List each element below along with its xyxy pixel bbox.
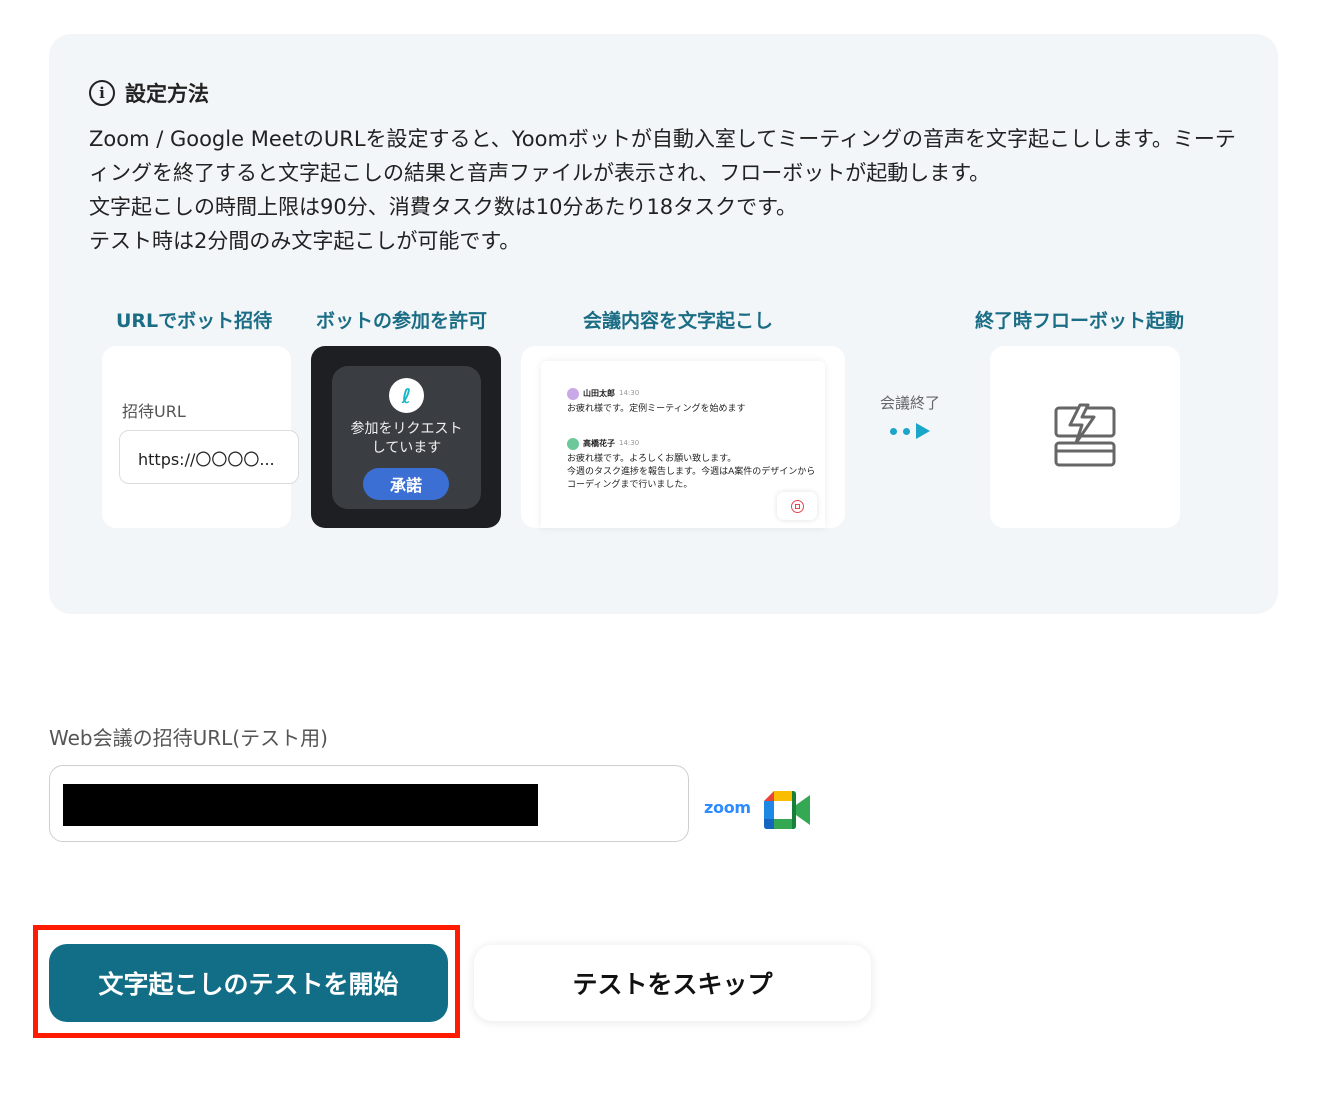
info-description: Zoom / Google MeetのURLを設定すると、Yoomボットが自動入… bbox=[89, 122, 1249, 258]
transcript-message: 山田太郎 14:30 お疲れ様です。定例ミーティングを始めます bbox=[567, 387, 817, 416]
step-title-flowbot: 終了時フローボット起動 bbox=[975, 310, 1185, 332]
invite-url-card: 招待URL https://〇〇〇〇... bbox=[102, 346, 299, 528]
info-title: 設定方法 bbox=[125, 82, 209, 106]
flowbot-card bbox=[990, 346, 1180, 528]
info-line: Zoom / Google MeetのURLを設定すると、Yoomボットが自動入… bbox=[89, 127, 1236, 185]
skip-test-button[interactable]: テストをスキップ bbox=[474, 945, 871, 1021]
info-icon: i bbox=[89, 80, 115, 106]
step-title-allow: ボットの参加を許可 bbox=[316, 310, 488, 332]
bot-request-dialog: ℓ 参加をリクエスト しています 承諾 bbox=[332, 366, 481, 509]
setup-info-panel: i 設定方法 Zoom / Google MeetのURLを設定すると、Yoom… bbox=[49, 34, 1278, 614]
bot-request-line: 参加をリクエスト bbox=[350, 421, 463, 437]
flowbot-icon bbox=[1054, 403, 1116, 467]
message-text: お疲れ様です。よろしくお願い致します。 今週のタスク進捗を報告します。今週はA案… bbox=[567, 454, 816, 490]
message-time: 14:30 bbox=[619, 439, 640, 447]
google-meet-icon bbox=[764, 791, 810, 829]
meeting-end-arrow: 会議終了 bbox=[875, 392, 945, 439]
transcript-preview: 山田太郎 14:30 お疲れ様です。定例ミーティングを始めます 高橋花子 14:… bbox=[541, 361, 825, 528]
invite-url-sample-field: https://〇〇〇〇... bbox=[119, 430, 299, 484]
info-line: テスト時は2分間のみ文字起こしが可能です。 bbox=[89, 229, 521, 253]
start-transcription-test-button[interactable]: 文字起こしのテストを開始 bbox=[49, 944, 448, 1022]
info-line: 文字起こしの時間上限は90分、消費タスク数は10分あたり18タスクです。 bbox=[89, 195, 798, 219]
avatar bbox=[567, 387, 579, 400]
step-title-invite: URLでボット招待 bbox=[116, 310, 273, 332]
info-header: i 設定方法 bbox=[89, 78, 209, 108]
meeting-end-label: 会議終了 bbox=[879, 394, 940, 412]
redacted-url bbox=[63, 784, 538, 826]
speaker-name: 山田太郎 bbox=[583, 389, 615, 398]
bot-request-line: しています bbox=[371, 440, 442, 456]
yoom-logo-icon: ℓ bbox=[389, 378, 424, 413]
bot-request-card: ℓ 参加をリクエスト しています 承諾 bbox=[311, 346, 501, 528]
message-time: 14:30 bbox=[619, 389, 640, 397]
transcript-message: 高橋花子 14:30 お疲れ様です。よろしくお願い致します。 今週のタスク進捗を… bbox=[567, 437, 817, 492]
approve-button-sample: 承諾 bbox=[363, 468, 449, 500]
avatar bbox=[567, 437, 579, 450]
meeting-url-label: Web会議の招待URL(テスト用) bbox=[49, 726, 328, 750]
bot-request-text: 参加をリクエスト しています bbox=[332, 420, 481, 458]
arrow-right-icon bbox=[875, 423, 945, 439]
transcript-card: 山田太郎 14:30 お疲れ様です。定例ミーティングを始めます 高橋花子 14:… bbox=[521, 346, 845, 528]
invite-url-label: 招待URL bbox=[122, 402, 186, 421]
step-title-transcribe: 会議内容を文字起こし bbox=[583, 310, 774, 332]
zoom-logo-icon: zoom bbox=[704, 798, 751, 817]
message-text: お疲れ様です。定例ミーティングを始めます bbox=[567, 404, 746, 414]
record-stop-icon bbox=[777, 492, 817, 520]
meeting-url-input[interactable] bbox=[49, 765, 689, 842]
speaker-name: 高橋花子 bbox=[583, 439, 615, 448]
